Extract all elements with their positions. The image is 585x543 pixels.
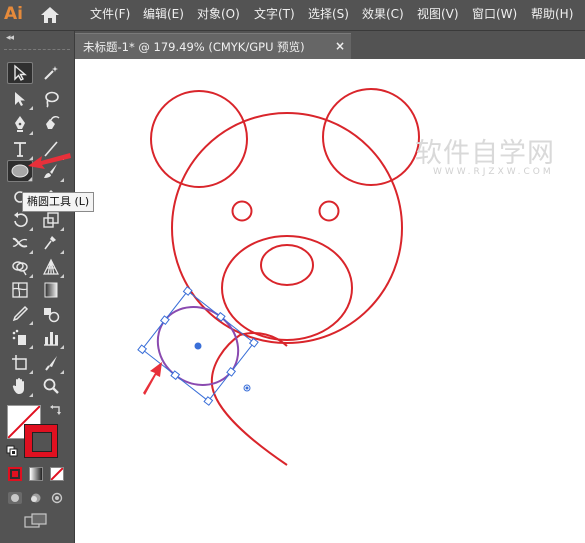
close-tab-icon[interactable]: × bbox=[335, 38, 345, 54]
menu-view[interactable]: 视图(V) bbox=[417, 6, 459, 22]
canvas-arrow-icon bbox=[143, 362, 162, 395]
menu-edit[interactable]: 编辑(E) bbox=[143, 6, 184, 22]
slice-tool-icon[interactable] bbox=[38, 352, 64, 374]
gradient-tool-icon[interactable] bbox=[38, 279, 64, 301]
hand-tool-icon[interactable] bbox=[7, 375, 33, 397]
draw-behind-icon[interactable] bbox=[28, 491, 44, 505]
panel-grip[interactable] bbox=[4, 49, 70, 53]
menu-file[interactable]: 文件(F) bbox=[90, 6, 130, 22]
default-colors-icon[interactable] bbox=[6, 445, 18, 457]
watermark-url: WWW.RJZXW.COM bbox=[433, 167, 554, 177]
menu-select[interactable]: 选择(S) bbox=[308, 6, 349, 22]
stroke-swatch[interactable] bbox=[24, 424, 58, 458]
gradient-mode-button[interactable] bbox=[29, 467, 43, 481]
document-tab[interactable]: 未标题-1* @ 179.49% (CMYK/GPU 预览) × bbox=[75, 33, 351, 60]
none-mode-button[interactable] bbox=[50, 467, 64, 481]
puppet-warp-tool-icon[interactable] bbox=[38, 232, 64, 254]
collapse-panel-icon[interactable]: ◂◂ bbox=[6, 33, 14, 43]
swap-fill-stroke-icon[interactable] bbox=[48, 404, 62, 418]
ellipse-center-point bbox=[194, 342, 202, 350]
pen-tool-icon[interactable] bbox=[7, 113, 33, 135]
scale-tool-icon[interactable] bbox=[38, 209, 64, 231]
eyedropper-tool-icon[interactable] bbox=[7, 303, 33, 325]
bear-right-ear bbox=[322, 88, 420, 186]
menu-window[interactable]: 窗口(W) bbox=[472, 6, 517, 22]
direct-selection-tool-icon[interactable] bbox=[7, 88, 33, 110]
bear-nose bbox=[260, 244, 314, 286]
watermark-title: 软件自学网 bbox=[415, 138, 555, 169]
column-graph-tool-icon[interactable] bbox=[38, 327, 64, 349]
pie-widget bbox=[243, 384, 251, 392]
bear-muzzle bbox=[221, 235, 353, 341]
menu-effect[interactable]: 效果(C) bbox=[362, 6, 404, 22]
lasso-tool-icon[interactable] bbox=[38, 88, 64, 110]
bear-body-line bbox=[210, 332, 288, 466]
bear-right-eye bbox=[318, 200, 340, 222]
ellipse-tool-tooltip: 椭圆工具 (L) bbox=[22, 192, 95, 212]
menu-type[interactable]: 文字(T) bbox=[254, 6, 295, 22]
symbol-sprayer-tool-icon[interactable] bbox=[7, 327, 33, 349]
color-mode-button[interactable] bbox=[8, 467, 22, 481]
bear-left-eye bbox=[231, 200, 253, 222]
curvature-tool-icon[interactable] bbox=[38, 113, 64, 135]
screen-mode-icon[interactable] bbox=[24, 513, 48, 529]
menu-help[interactable]: 帮助(H) bbox=[531, 6, 573, 22]
magic-wand-tool-icon[interactable] bbox=[38, 62, 64, 84]
draw-normal-icon[interactable] bbox=[7, 491, 23, 505]
shape-builder-tool-icon[interactable] bbox=[7, 256, 33, 278]
zoom-tool-icon[interactable] bbox=[38, 375, 64, 397]
bear-left-ear bbox=[150, 90, 248, 188]
stroke-swatch-inner bbox=[32, 432, 52, 452]
home-icon[interactable] bbox=[40, 6, 60, 24]
mesh-tool-icon[interactable] bbox=[7, 279, 33, 301]
blend-tool-icon[interactable] bbox=[38, 303, 64, 325]
document-tab-title: 未标题-1* @ 179.49% (CMYK/GPU 预览) bbox=[83, 40, 305, 54]
app-logo: Ai bbox=[4, 4, 23, 24]
menu-object[interactable]: 对象(O) bbox=[197, 6, 240, 22]
menu-bar: Ai 文件(F) 编辑(E) 对象(O) 文字(T) 选择(S) 效果(C) 视… bbox=[0, 0, 585, 31]
perspective-grid-tool-icon[interactable] bbox=[38, 256, 64, 278]
draw-inside-icon[interactable] bbox=[49, 491, 65, 505]
rotate-tool-icon[interactable] bbox=[7, 209, 33, 231]
artboard-tool-icon[interactable] bbox=[7, 352, 33, 374]
tool-arrow-icon bbox=[28, 153, 71, 169]
artboard-canvas[interactable]: 软件自学网 WWW.RJZXW.COM bbox=[75, 59, 585, 543]
selection-tool-icon[interactable] bbox=[7, 62, 33, 84]
width-tool-icon[interactable] bbox=[7, 232, 33, 254]
